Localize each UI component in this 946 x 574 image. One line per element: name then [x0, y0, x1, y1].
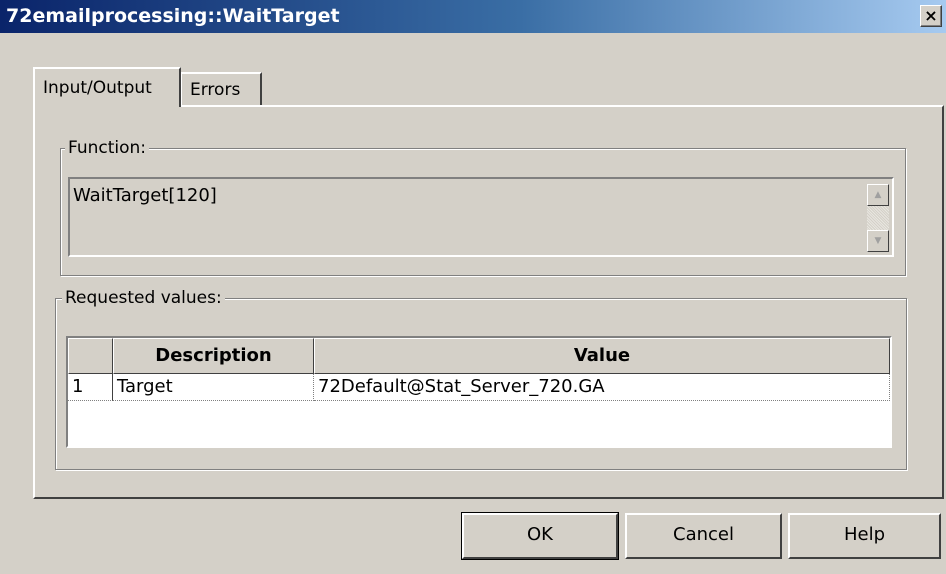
- scroll-up-arrow-icon: ▲: [874, 190, 882, 200]
- tab-input-output[interactable]: Input/Output: [33, 67, 181, 107]
- cancel-button[interactable]: Cancel: [625, 513, 782, 559]
- value-cell[interactable]: 72Default@Stat_Server_720.GA: [314, 374, 890, 401]
- description-cell[interactable]: Target: [113, 374, 314, 401]
- row-index-cell: 1: [68, 374, 113, 401]
- close-icon: ×: [924, 6, 938, 25]
- function-scrollbar[interactable]: ▲ ▼: [867, 184, 889, 252]
- close-button[interactable]: ×: [920, 5, 942, 27]
- tab-errors-label: Errors: [190, 80, 241, 100]
- column-header-value[interactable]: Value: [314, 338, 890, 374]
- window-title: 72emailprocessing::WaitTarget: [6, 5, 340, 27]
- requested-values-grid[interactable]: Description Value 1 Target 72Default@Sta…: [66, 336, 892, 448]
- function-text: WaitTarget[120]: [73, 185, 217, 206]
- function-group-label: Function:: [65, 138, 150, 158]
- grid-corner-header: [68, 338, 113, 374]
- scroll-up-button[interactable]: ▲: [867, 184, 889, 206]
- title-bar: 72emailprocessing::WaitTarget ×: [0, 0, 946, 33]
- function-textbox[interactable]: WaitTarget[120] ▲ ▼: [68, 177, 894, 257]
- tab-errors[interactable]: Errors: [180, 72, 262, 107]
- scroll-down-button[interactable]: ▼: [867, 230, 889, 252]
- tab-input-output-label: Input/Output: [43, 78, 152, 98]
- column-header-description[interactable]: Description: [113, 338, 314, 374]
- help-button[interactable]: Help: [788, 513, 941, 559]
- requested-values-label: Requested values:: [62, 288, 225, 308]
- scroll-down-arrow-icon: ▼: [874, 236, 882, 246]
- ok-button[interactable]: OK: [461, 512, 619, 560]
